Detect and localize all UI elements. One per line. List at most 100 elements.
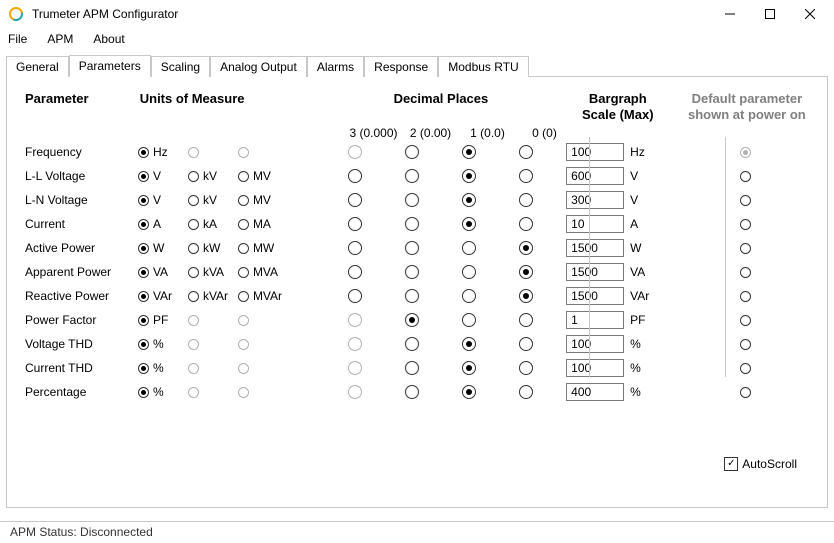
tab-alarms[interactable]: Alarms [307, 56, 364, 77]
default-radio[interactable] [740, 219, 751, 230]
dp-radio[interactable] [348, 289, 362, 303]
bargraph-scale-input[interactable] [566, 311, 624, 329]
unit-radio[interactable] [138, 195, 149, 206]
unit-radio[interactable] [138, 171, 149, 182]
unit-radio[interactable] [238, 291, 249, 302]
dp-radio[interactable] [519, 289, 533, 303]
dp-radio[interactable] [405, 337, 419, 351]
menu-about[interactable]: About [93, 32, 124, 46]
dp-radio[interactable] [462, 265, 476, 279]
dp-radio[interactable] [405, 217, 419, 231]
dp-radio[interactable] [519, 241, 533, 255]
default-radio [740, 147, 751, 158]
unit-radio[interactable] [138, 363, 149, 374]
dp-radio[interactable] [462, 145, 476, 159]
unit-radio[interactable] [238, 267, 249, 278]
unit-radio[interactable] [138, 147, 149, 158]
unit-radio[interactable] [188, 267, 199, 278]
unit-radio[interactable] [138, 315, 149, 326]
dp-radio[interactable] [519, 217, 533, 231]
unit-radio[interactable] [138, 291, 149, 302]
dp-radio[interactable] [405, 385, 419, 399]
tab-response[interactable]: Response [364, 56, 438, 77]
default-radio[interactable] [740, 267, 751, 278]
bargraph-scale-input[interactable] [566, 383, 624, 401]
minimize-button[interactable] [710, 0, 750, 28]
dp-radio[interactable] [519, 361, 533, 375]
menu-file[interactable]: File [8, 32, 27, 46]
dp-radio[interactable] [519, 193, 533, 207]
dp-radio[interactable] [405, 361, 419, 375]
unit-radio[interactable] [138, 267, 149, 278]
bargraph-scale-input[interactable] [566, 287, 624, 305]
tab-scaling[interactable]: Scaling [151, 56, 210, 77]
unit-radio[interactable] [238, 219, 249, 230]
bargraph-scale-input[interactable] [566, 239, 624, 257]
dp-radio[interactable] [519, 169, 533, 183]
unit-radio[interactable] [188, 243, 199, 254]
bargraph-scale-input[interactable] [566, 359, 624, 377]
dp-radio[interactable] [462, 169, 476, 183]
tab-analog-output[interactable]: Analog Output [210, 56, 307, 77]
param-name: L-N Voltage [25, 193, 138, 207]
unit-label: V [153, 169, 161, 183]
default-radio[interactable] [740, 387, 751, 398]
dp-radio[interactable] [348, 265, 362, 279]
unit-radio[interactable] [238, 243, 249, 254]
unit-radio[interactable] [188, 171, 199, 182]
bargraph-scale-input[interactable] [566, 215, 624, 233]
default-radio[interactable] [740, 171, 751, 182]
dp-radio[interactable] [462, 313, 476, 327]
default-radio[interactable] [740, 243, 751, 254]
dp-radio[interactable] [519, 145, 533, 159]
bargraph-scale-input[interactable] [566, 143, 624, 161]
dp-radio[interactable] [405, 289, 419, 303]
default-radio[interactable] [740, 315, 751, 326]
bargraph-scale-input[interactable] [566, 335, 624, 353]
tab-general[interactable]: General [6, 56, 69, 77]
dp-radio[interactable] [519, 385, 533, 399]
dp-radio[interactable] [405, 193, 419, 207]
dp-radio[interactable] [462, 385, 476, 399]
tab-parameters[interactable]: Parameters [69, 55, 151, 77]
maximize-button[interactable] [750, 0, 790, 28]
dp-radio[interactable] [462, 361, 476, 375]
dp-radio[interactable] [462, 337, 476, 351]
dp-radio[interactable] [519, 265, 533, 279]
close-button[interactable] [790, 0, 830, 28]
default-radio[interactable] [740, 363, 751, 374]
unit-radio[interactable] [138, 243, 149, 254]
unit-radio[interactable] [138, 339, 149, 350]
dp-radio[interactable] [462, 217, 476, 231]
bargraph-scale-input[interactable] [566, 191, 624, 209]
unit-radio[interactable] [188, 291, 199, 302]
unit-radio[interactable] [188, 219, 199, 230]
dp-radio[interactable] [462, 193, 476, 207]
unit-radio[interactable] [138, 219, 149, 230]
dp-radio[interactable] [405, 265, 419, 279]
default-radio[interactable] [740, 291, 751, 302]
default-radio[interactable] [740, 195, 751, 206]
dp-radio[interactable] [405, 145, 419, 159]
bargraph-scale-input[interactable] [566, 167, 624, 185]
dp-radio[interactable] [348, 169, 362, 183]
dp-radio[interactable] [462, 289, 476, 303]
dp-radio[interactable] [405, 313, 419, 327]
menu-apm[interactable]: APM [47, 32, 73, 46]
dp-radio[interactable] [519, 313, 533, 327]
dp-radio[interactable] [405, 241, 419, 255]
unit-radio[interactable] [238, 195, 249, 206]
bargraph-scale-input[interactable] [566, 263, 624, 281]
dp-radio[interactable] [462, 241, 476, 255]
dp-radio[interactable] [348, 193, 362, 207]
unit-radio[interactable] [138, 387, 149, 398]
dp-radio[interactable] [348, 241, 362, 255]
unit-radio[interactable] [188, 195, 199, 206]
dp-radio[interactable] [405, 169, 419, 183]
default-radio[interactable] [740, 339, 751, 350]
tab-modbus-rtu[interactable]: Modbus RTU [438, 56, 528, 77]
dp-radio[interactable] [519, 337, 533, 351]
dp-radio[interactable] [348, 217, 362, 231]
autoscroll-checkbox[interactable]: ✓ AutoScroll [724, 457, 797, 471]
unit-radio[interactable] [238, 171, 249, 182]
